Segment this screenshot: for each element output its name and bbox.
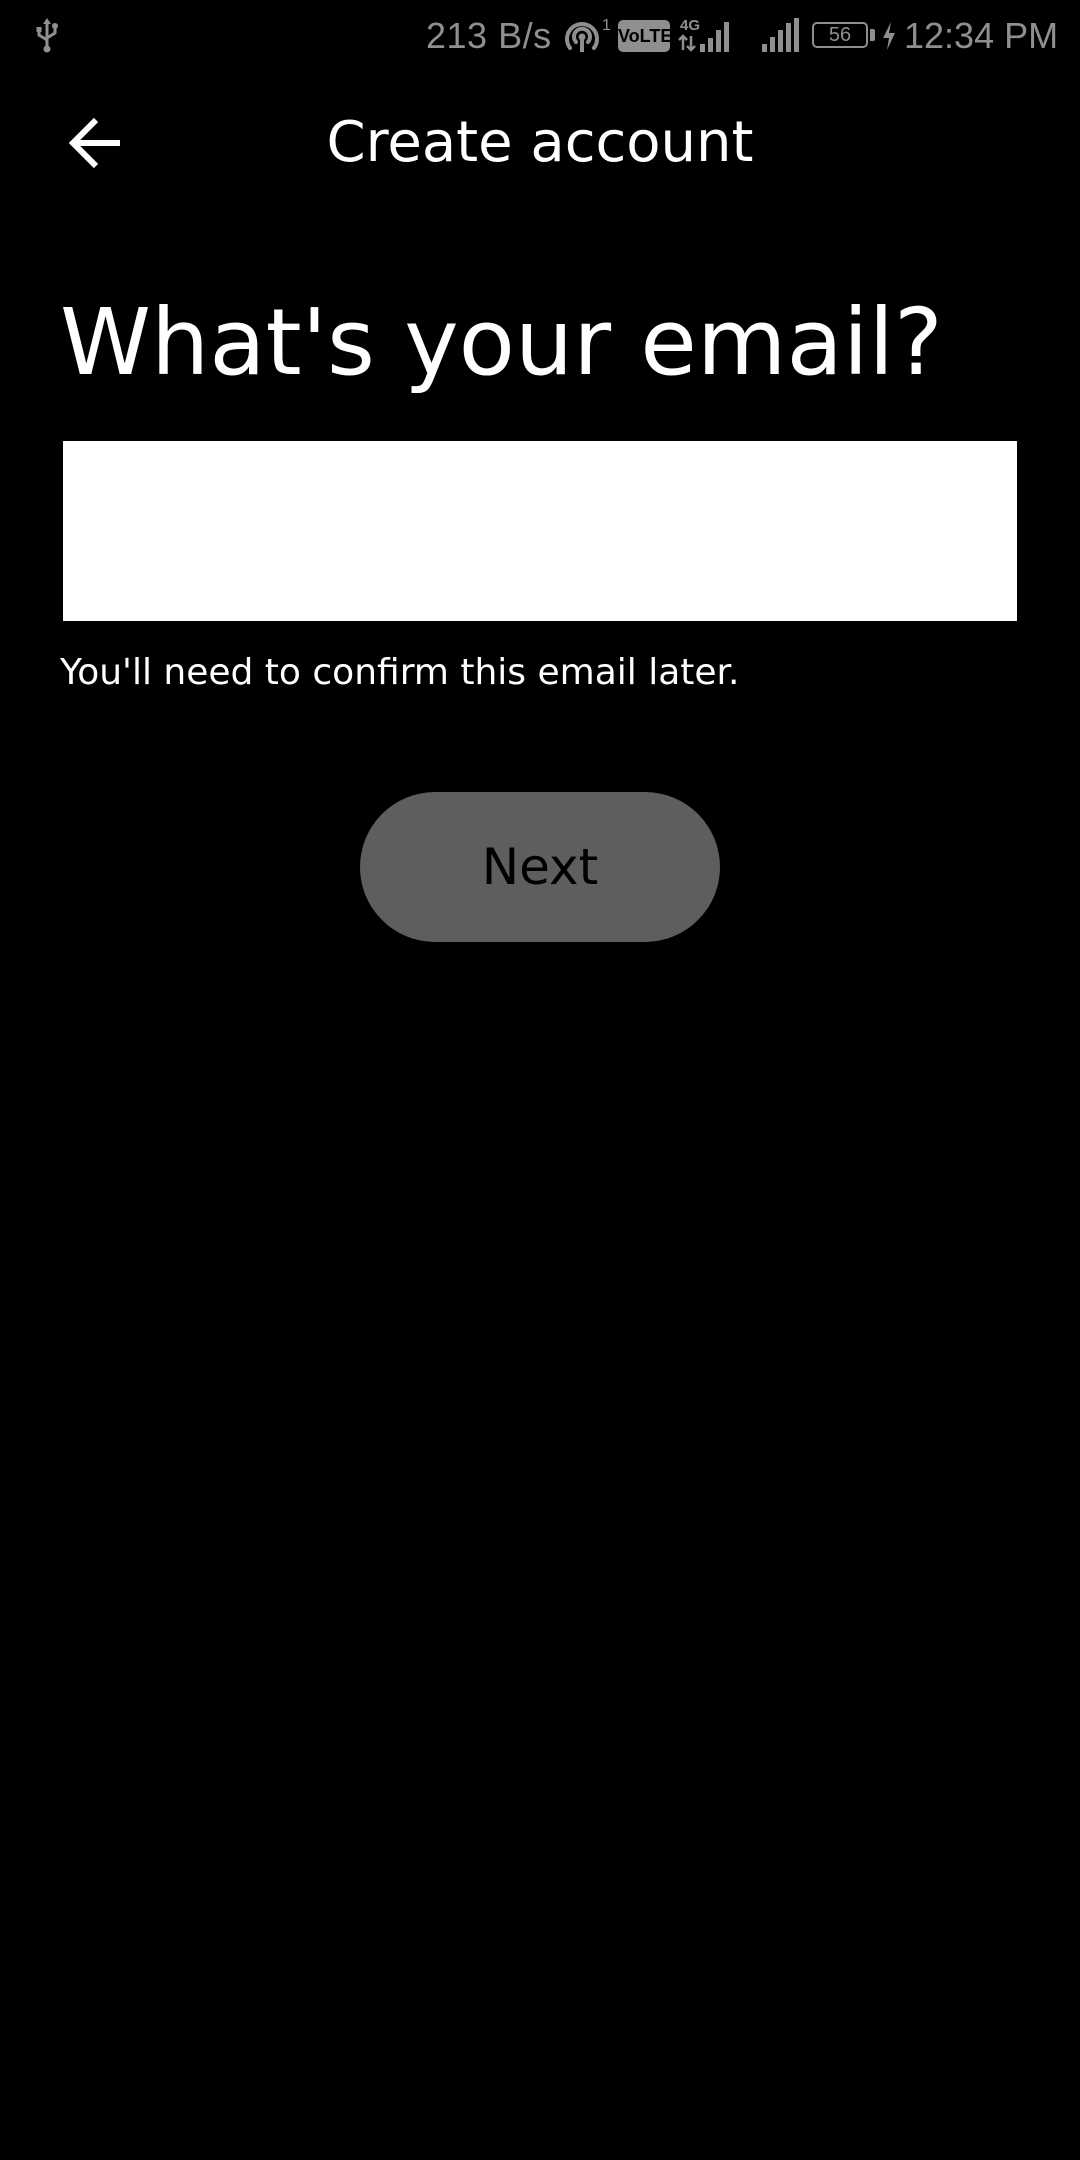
hotspot-count: 1 — [602, 17, 611, 34]
email-field[interactable] — [63, 441, 1017, 621]
usb-icon — [36, 18, 58, 53]
signal-icon — [762, 18, 799, 52]
email-helper-text: You'll need to confirm this email later. — [60, 652, 740, 693]
charging-icon — [883, 22, 895, 50]
volte-icon: VoLTE — [618, 20, 672, 52]
hotspot-icon: 1 — [565, 17, 611, 52]
battery-level: 56 — [812, 22, 868, 48]
next-button[interactable]: Next — [360, 792, 720, 942]
network-type-label: 4G — [680, 17, 700, 34]
clock: 12:34 PM — [904, 15, 1059, 56]
signal-4g-icon: 4G — [678, 17, 729, 52]
status-bar: 213 B/s 1 VoLTE 4G 56 12:34 PM — [0, 0, 1080, 72]
page-title: Create account — [326, 110, 754, 175]
battery-icon: 56 — [812, 20, 878, 52]
battery-tip — [870, 29, 875, 41]
email-heading: What's your email? — [60, 289, 943, 396]
network-speed: 213 B/s — [426, 15, 552, 56]
